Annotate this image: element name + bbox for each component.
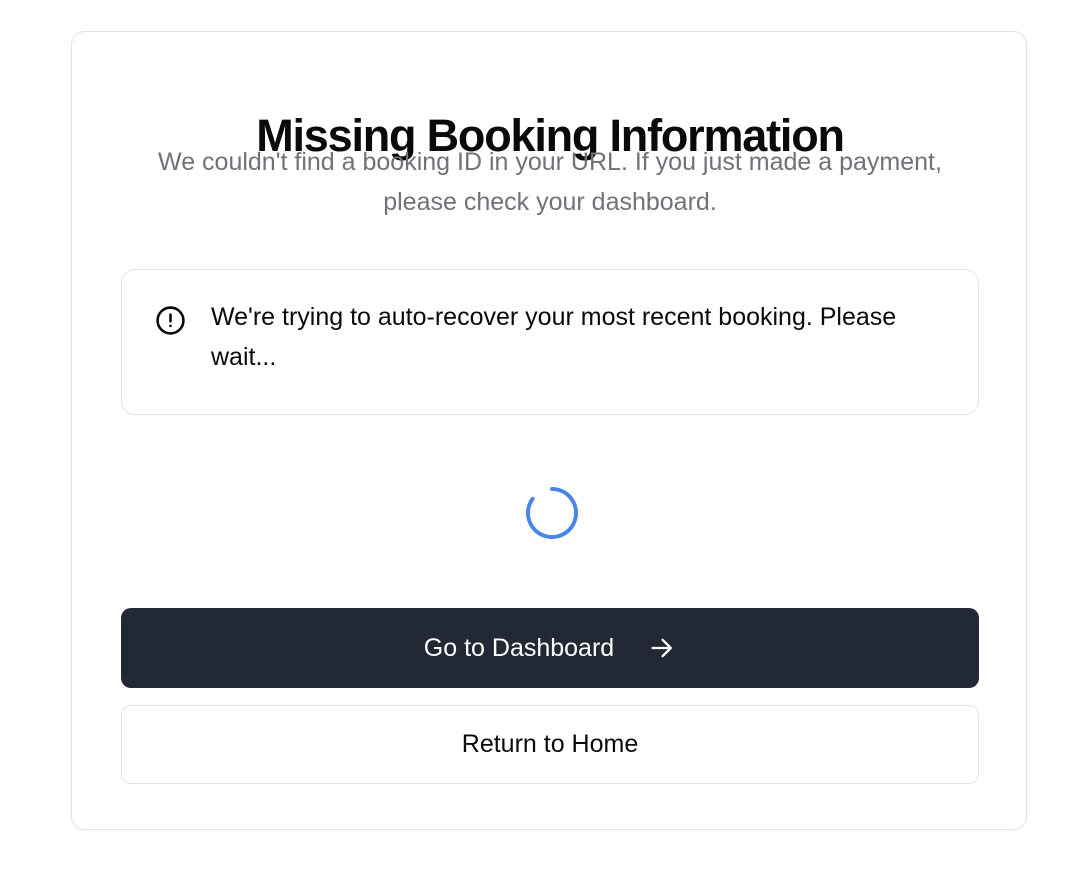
loading-spinner-icon	[524, 485, 580, 541]
alert-message: We're trying to auto-recover your most r…	[211, 303, 897, 371]
return-to-home-label: Return to Home	[461, 730, 639, 758]
recovery-card: Missing Booking Information We couldn't …	[71, 31, 1027, 830]
recovery-alert: We're trying to auto-recover your most r…	[121, 269, 979, 415]
alert-circle-icon	[155, 305, 186, 336]
return-to-home-button[interactable]: Return to Home	[121, 705, 979, 784]
arrow-right-icon	[648, 634, 676, 662]
page-subtitle: We couldn't find a booking ID in your UR…	[158, 148, 942, 216]
go-to-dashboard-button[interactable]: Go to Dashboard	[121, 608, 979, 688]
go-to-dashboard-label: Go to Dashboard	[423, 633, 615, 662]
